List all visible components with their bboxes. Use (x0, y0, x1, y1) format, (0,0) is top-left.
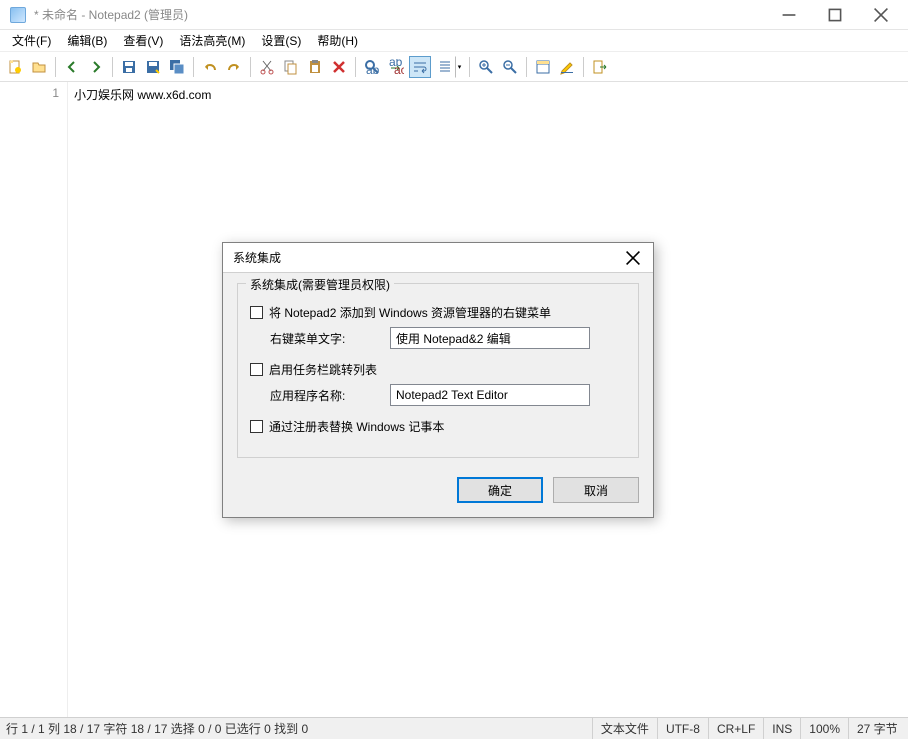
dialog-title: 系统集成 (233, 249, 613, 266)
add-context-checkbox[interactable] (250, 306, 263, 319)
app-name-label: 应用程序名称: (270, 387, 390, 404)
dialog-title-bar[interactable]: 系统集成 (223, 243, 653, 273)
context-text-input[interactable] (390, 327, 590, 349)
dialog-backdrop: 系统集成 系统集成(需要管理员权限) 将 Notepad2 添加到 Window… (0, 0, 908, 739)
replace-notepad-checkbox[interactable] (250, 420, 263, 433)
cancel-button[interactable]: 取消 (553, 477, 639, 503)
jumplist-checkbox[interactable] (250, 363, 263, 376)
dialog-close-button[interactable] (613, 243, 653, 272)
app-name-input[interactable] (390, 384, 590, 406)
context-text-label: 右键菜单文字: (270, 330, 390, 347)
add-context-label: 将 Notepad2 添加到 Windows 资源管理器的右键菜单 (269, 304, 551, 321)
system-integration-dialog: 系统集成 系统集成(需要管理员权限) 将 Notepad2 添加到 Window… (222, 242, 654, 518)
integration-groupbox: 系统集成(需要管理员权限) 将 Notepad2 添加到 Windows 资源管… (237, 283, 639, 458)
replace-notepad-label: 通过注册表替换 Windows 记事本 (269, 418, 444, 435)
jumplist-label: 启用任务栏跳转列表 (269, 361, 377, 378)
groupbox-label: 系统集成(需要管理员权限) (246, 276, 394, 293)
ok-button[interactable]: 确定 (457, 477, 543, 503)
